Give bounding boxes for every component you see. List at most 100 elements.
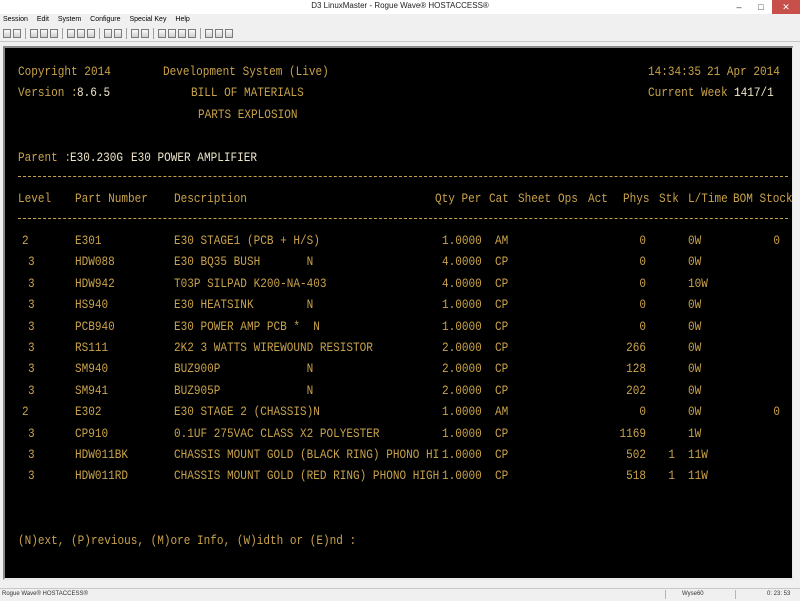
screen-subtitle: PARTS EXPLOSION — [198, 107, 298, 122]
settings-icon[interactable] — [178, 28, 186, 38]
row-cat: CP — [495, 468, 509, 483]
hotspot-icon[interactable] — [205, 28, 213, 38]
row-phys: 0 — [639, 297, 646, 312]
about-icon[interactable] — [225, 28, 233, 38]
row-level: 3 — [28, 468, 35, 483]
row-cat: CP — [495, 426, 509, 441]
row-level: 3 — [28, 319, 35, 334]
terminal-screen[interactable]: Copyright 2014 Development System (Live)… — [5, 48, 793, 578]
status-product: Rogue Wave® HOSTACCESS® — [2, 591, 88, 597]
row-qty-per: 4.0000 — [442, 254, 482, 269]
row-lead-time: 11W — [688, 447, 708, 462]
keyboard-icon[interactable] — [141, 28, 149, 38]
status-divider — [735, 590, 736, 599]
row-stk: 1 — [668, 447, 675, 462]
col-description: Description — [174, 191, 247, 206]
save-session-icon[interactable] — [13, 28, 21, 38]
row-qty-per: 1.0000 — [442, 297, 482, 312]
row-part-number: HDW011BK — [75, 447, 129, 462]
menu-edit[interactable]: Edit — [37, 14, 49, 25]
window-title: D3 LinuxMaster - Rogue Wave® HOSTACCESS® — [311, 1, 489, 10]
row-phys: 0 — [639, 404, 646, 419]
toolbar-separator — [99, 27, 100, 39]
row-description: E30 BQ35 BUSH N — [174, 254, 314, 269]
col-act: Act — [588, 191, 608, 206]
row-level: 3 — [28, 361, 35, 376]
receive-file-icon[interactable] — [114, 28, 122, 38]
send-file-icon[interactable] — [104, 28, 112, 38]
menu-system[interactable]: System — [58, 14, 81, 25]
font-icon[interactable] — [168, 28, 176, 38]
close-button[interactable]: ✕ — [772, 0, 800, 14]
disconnect-icon[interactable] — [40, 28, 48, 38]
copyright-text: Copyright 2014 — [18, 64, 111, 79]
open-session-icon[interactable] — [3, 28, 11, 38]
row-description: E30 HEATSINK N — [174, 297, 314, 312]
row-qty-per: 1.0000 — [442, 468, 482, 483]
row-level: 3 — [28, 426, 35, 441]
row-description: E30 POWER AMP PCB * N — [174, 319, 320, 334]
terminal-frame[interactable]: Copyright 2014 Development System (Live)… — [3, 46, 794, 580]
row-qty-per: 4.0000 — [442, 276, 482, 291]
row-lead-time: 0W — [688, 254, 702, 269]
paste-icon[interactable] — [87, 28, 95, 38]
print-icon[interactable] — [50, 28, 58, 38]
row-part-number: E301 — [75, 233, 102, 248]
context-help-icon[interactable] — [215, 28, 223, 38]
current-week-value: 1417/1 — [734, 85, 774, 100]
col-cat: Cat — [489, 191, 509, 206]
row-level: 2 — [22, 233, 29, 248]
copy-icon[interactable] — [77, 28, 85, 38]
display-icon[interactable] — [158, 28, 166, 38]
row-phys: 202 — [626, 383, 646, 398]
row-cat: CP — [495, 276, 509, 291]
col-ops: Ops — [558, 191, 578, 206]
row-qty-per: 1.0000 — [442, 426, 482, 441]
row-cat: AM — [495, 404, 509, 419]
row-description: 0.1UF 275VAC CLASS X2 POLYESTER — [174, 426, 380, 441]
status-terminal-type: Wyse60 — [682, 591, 704, 597]
row-part-number: CP910 — [75, 426, 109, 441]
connect-icon[interactable] — [30, 28, 38, 38]
command-prompt[interactable]: (N)ext, (P)revious, (M)ore Info, (W)idth… — [18, 534, 356, 548]
row-lead-time: 0W — [688, 297, 702, 312]
right-margin — [793, 46, 800, 576]
minimize-button[interactable]: – — [728, 0, 750, 14]
row-part-number: HDW011RD — [75, 468, 129, 483]
cut-icon[interactable] — [67, 28, 75, 38]
row-lead-time: 1W — [688, 426, 702, 441]
parent-description: E30 POWER AMPLIFIER — [131, 150, 257, 165]
row-level: 3 — [28, 340, 35, 355]
screen-icon[interactable] — [131, 28, 139, 38]
row-level: 3 — [28, 383, 35, 398]
row-cat: CP — [495, 340, 509, 355]
row-description: BUZ900P N — [174, 361, 314, 376]
row-lead-time: 0W — [688, 319, 702, 334]
menu-special-key[interactable]: Special Key — [129, 14, 166, 25]
row-phys: 0 — [639, 319, 646, 334]
row-qty-per: 1.0000 — [442, 404, 482, 419]
row-lead-time: 0W — [688, 383, 702, 398]
toolbar-separator — [25, 27, 26, 39]
menu-configure[interactable]: Configure — [90, 14, 120, 25]
status-connect-time: 0: 23: 53 — [767, 591, 791, 597]
row-lead-time: 0W — [688, 233, 702, 248]
row-level: 2 — [22, 404, 29, 419]
maximize-button[interactable]: □ — [750, 0, 772, 14]
row-cat: CP — [495, 297, 509, 312]
menu-session[interactable]: Session — [3, 14, 28, 25]
macro-icon[interactable] — [188, 28, 196, 38]
row-cat: CP — [495, 254, 509, 269]
col-phys: Phys — [623, 191, 650, 206]
row-cat: AM — [495, 233, 509, 248]
row-level: 3 — [28, 297, 35, 312]
col-sheet: Sheet — [518, 191, 552, 206]
col-bom-stock: BOM Stock — [733, 191, 793, 206]
row-cat: CP — [495, 383, 509, 398]
row-lead-time: 0W — [688, 404, 702, 419]
row-lead-time: 0W — [688, 361, 702, 376]
menu-help[interactable]: Help — [175, 14, 189, 25]
status-bar: Rogue Wave® HOSTACCESS® Wyse60 0: 23: 53 — [0, 588, 800, 601]
current-time: 14:34:35 — [648, 64, 702, 79]
row-part-number: SM941 — [75, 383, 109, 398]
